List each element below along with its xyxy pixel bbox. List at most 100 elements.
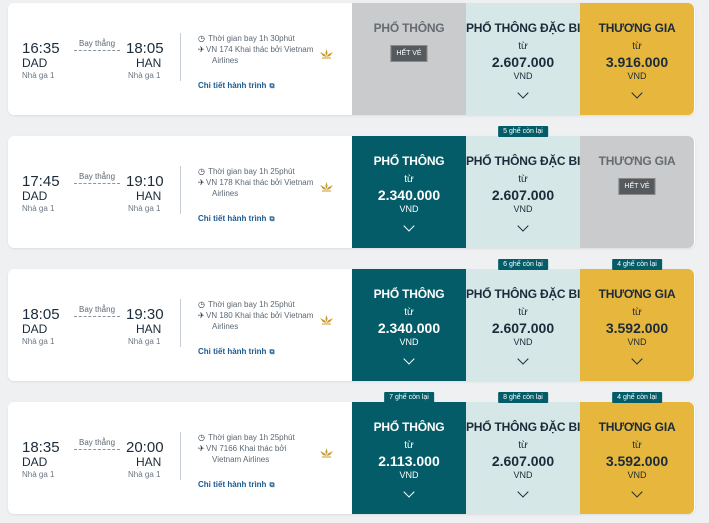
fare-business[interactable]: 4 ghế còn lại THƯƠNG GIA từ 3.592.000 VND bbox=[580, 259, 694, 381]
flight-card: 18:05 Bay thẳng 19:30 DAD HAN Nhà ga 1 Nhà ga … bbox=[8, 259, 695, 381]
external-link-icon: ⧉ bbox=[269, 83, 275, 90]
fare-deluxe[interactable]: 6 ghế còn lại PHỔ THÔNG ĐẶC BIỆT từ 2.607.0… bbox=[466, 259, 595, 381]
flight-info: 18:05 Bay thẳng 19:30 DAD HAN Nhà ga 1 Nhà ga … bbox=[8, 269, 352, 381]
fare-price: 3.592.000 bbox=[605, 320, 669, 336]
arrival-airport: HAN bbox=[136, 56, 162, 70]
plane-icon: ✈ bbox=[198, 444, 205, 453]
flight-info: 18:35 Bay thẳng 20:00 DAD HAN Nhà ga 1 Nhà ga … bbox=[8, 402, 352, 514]
itinerary-details-label: Chi tiết hành trình bbox=[198, 81, 267, 90]
fare-price: 2.607.000 bbox=[491, 320, 555, 336]
lotus-logo-icon bbox=[320, 315, 333, 325]
fare-economy[interactable]: PHỔ THÔNG từ 2.340.000 VND bbox=[352, 136, 466, 248]
flight-duration: ◷ Thời gian bay 1h 30phút ✈VN 174 Khai th… bbox=[198, 33, 313, 66]
fare-class-title: THƯƠNG GIA bbox=[598, 287, 676, 301]
fare-price: 3.916.000 bbox=[605, 54, 669, 70]
chevron-down-icon[interactable] bbox=[631, 486, 643, 498]
departure-time: 17:45 bbox=[22, 173, 60, 190]
flight-card: 16:35 Bay thẳng 18:05 DAD HAN Nhà ga 1 Nhà ga … bbox=[8, 3, 695, 115]
currency-label: VND bbox=[513, 71, 533, 81]
nonstop-label: Bay thẳng bbox=[78, 305, 116, 314]
from-label: từ bbox=[404, 174, 414, 185]
currency-label: VND bbox=[399, 337, 419, 347]
duration-text: Thời gian bay 1h 30phút bbox=[208, 34, 295, 43]
fare-deluxe[interactable]: PHỔ THÔNG ĐẶC BIỆT từ 2.607.000 VND bbox=[466, 3, 596, 115]
fare-business[interactable]: 4 ghế còn lại THƯƠNG GIA từ 3.592.000 VND bbox=[580, 392, 694, 514]
divider bbox=[180, 166, 181, 214]
route-line bbox=[74, 50, 120, 51]
duration-text: Thời gian bay 1h 25phút bbox=[208, 433, 295, 442]
flight-duration: ◷ Thời gian bay 1h 25phút ✈VN 180 Khai th… bbox=[198, 299, 313, 332]
arrival-time: 20:00 bbox=[126, 439, 164, 456]
fare-price: 2.607.000 bbox=[491, 187, 555, 203]
arrival-terminal: Nhà ga 1 bbox=[128, 470, 161, 479]
clock-icon: ◷ bbox=[198, 34, 205, 43]
external-link-icon: ⧉ bbox=[269, 349, 275, 356]
fare-business[interactable]: THƯƠNG GIA từ 3.916.000 VND bbox=[580, 3, 694, 115]
chevron-down-icon[interactable] bbox=[517, 87, 529, 99]
chevron-down-icon[interactable] bbox=[403, 353, 415, 365]
itinerary-details-link[interactable]: Chi tiết hành trình ⧉ bbox=[198, 214, 274, 224]
chevron-down-icon[interactable] bbox=[403, 220, 415, 232]
chevron-down-icon[interactable] bbox=[631, 353, 643, 365]
fare-price: 2.340.000 bbox=[377, 320, 441, 336]
route-line bbox=[74, 449, 120, 450]
fare-class-title: THƯƠNG GIA bbox=[598, 21, 676, 35]
itinerary-details-link[interactable]: Chi tiết hành trình ⧉ bbox=[198, 347, 274, 357]
clock-icon: ◷ bbox=[198, 167, 205, 176]
arrival-airport: HAN bbox=[136, 189, 162, 203]
chevron-down-icon[interactable] bbox=[517, 353, 529, 365]
itinerary-details-label: Chi tiết hành trình bbox=[198, 214, 267, 223]
fare-class-title: PHỔ THÔNG ĐẶC BIỆT bbox=[466, 21, 596, 35]
plane-icon: ✈ bbox=[198, 45, 205, 54]
flight-number-text: VN 180 Khai thác bởi Vietnam bbox=[206, 311, 314, 320]
chevron-down-icon[interactable] bbox=[517, 220, 529, 232]
fare-deluxe[interactable]: 8 ghế còn lại PHỔ THÔNG ĐẶC BIỆT từ 2.607.0… bbox=[466, 392, 595, 514]
seats-left-badge: 4 ghế còn lại bbox=[612, 392, 662, 403]
fare-price: 2.607.000 bbox=[491, 453, 555, 469]
divider bbox=[180, 33, 181, 81]
departure-time: 16:35 bbox=[22, 40, 60, 57]
flight-duration: ◷ Thời gian bay 1h 25phút ✈VN 7166 Khai t… bbox=[198, 432, 295, 465]
departure-terminal: Nhà ga 1 bbox=[22, 71, 55, 80]
currency-label: VND bbox=[627, 71, 647, 81]
flight-info: 17:45 Bay thẳng 19:10 DAD HAN Nhà ga 1 Nhà ga … bbox=[8, 136, 352, 248]
departure-terminal: Nhà ga 1 bbox=[22, 470, 55, 479]
operator-text: Airlines bbox=[212, 322, 239, 331]
from-label: từ bbox=[518, 41, 528, 52]
flight-number-text: VN 178 Khai thác bởi Vietnam bbox=[206, 178, 314, 187]
fare-deluxe[interactable]: 5 ghế còn lại PHỔ THÔNG ĐẶC BIỆT từ 2.607.0… bbox=[466, 126, 596, 248]
flight-card: 17:45 Bay thẳng 19:10 DAD HAN Nhà ga 1 Nhà ga … bbox=[8, 126, 695, 248]
fare-business[interactable]: THƯƠNG GIA HẾT VÉ bbox=[580, 136, 694, 248]
seats-left-badge: 5 ghế còn lại bbox=[498, 126, 548, 137]
from-label: từ bbox=[632, 307, 642, 318]
currency-label: VND bbox=[399, 470, 419, 480]
fare-economy[interactable]: 7 ghế còn lại PHỔ THÔNG từ 2.113.000 VND bbox=[352, 392, 466, 514]
arrival-terminal: Nhà ga 1 bbox=[128, 204, 161, 213]
departure-airport: DAD bbox=[22, 56, 48, 70]
itinerary-details-link[interactable]: Chi tiết hành trình ⧉ bbox=[198, 480, 274, 490]
sold-out-badge: HẾT VÉ bbox=[390, 45, 428, 62]
arrival-time: 19:10 bbox=[126, 173, 164, 190]
arrival-time: 18:05 bbox=[126, 40, 164, 57]
from-label: từ bbox=[632, 41, 642, 52]
departure-airport: DAD bbox=[22, 322, 48, 336]
fare-economy[interactable]: PHỔ THÔNG HẾT VÉ bbox=[352, 3, 466, 115]
route-line bbox=[74, 183, 120, 184]
external-link-icon: ⧉ bbox=[269, 216, 275, 223]
arrival-terminal: Nhà ga 1 bbox=[128, 337, 161, 346]
plane-icon: ✈ bbox=[198, 311, 205, 320]
fare-class-title: PHỔ THÔNG bbox=[373, 154, 445, 168]
itinerary-details-link[interactable]: Chi tiết hành trình ⧉ bbox=[198, 81, 274, 91]
departure-terminal: Nhà ga 1 bbox=[22, 337, 55, 346]
fare-class-title: THƯƠNG GIA bbox=[598, 154, 676, 168]
fare-class-title: PHỔ THÔNG bbox=[373, 21, 445, 35]
itinerary-details-label: Chi tiết hành trình bbox=[198, 347, 267, 356]
chevron-down-icon[interactable] bbox=[517, 486, 529, 498]
plane-icon: ✈ bbox=[198, 178, 205, 187]
duration-text: Thời gian bay 1h 25phút bbox=[208, 300, 295, 309]
chevron-down-icon[interactable] bbox=[631, 87, 643, 99]
fare-class-title: PHỔ THÔNG ĐẶC BIỆT bbox=[466, 154, 596, 168]
fare-economy[interactable]: PHỔ THÔNG từ 2.340.000 VND bbox=[352, 269, 466, 381]
chevron-down-icon[interactable] bbox=[403, 486, 415, 498]
seats-left-badge: 7 ghế còn lại bbox=[384, 392, 434, 403]
